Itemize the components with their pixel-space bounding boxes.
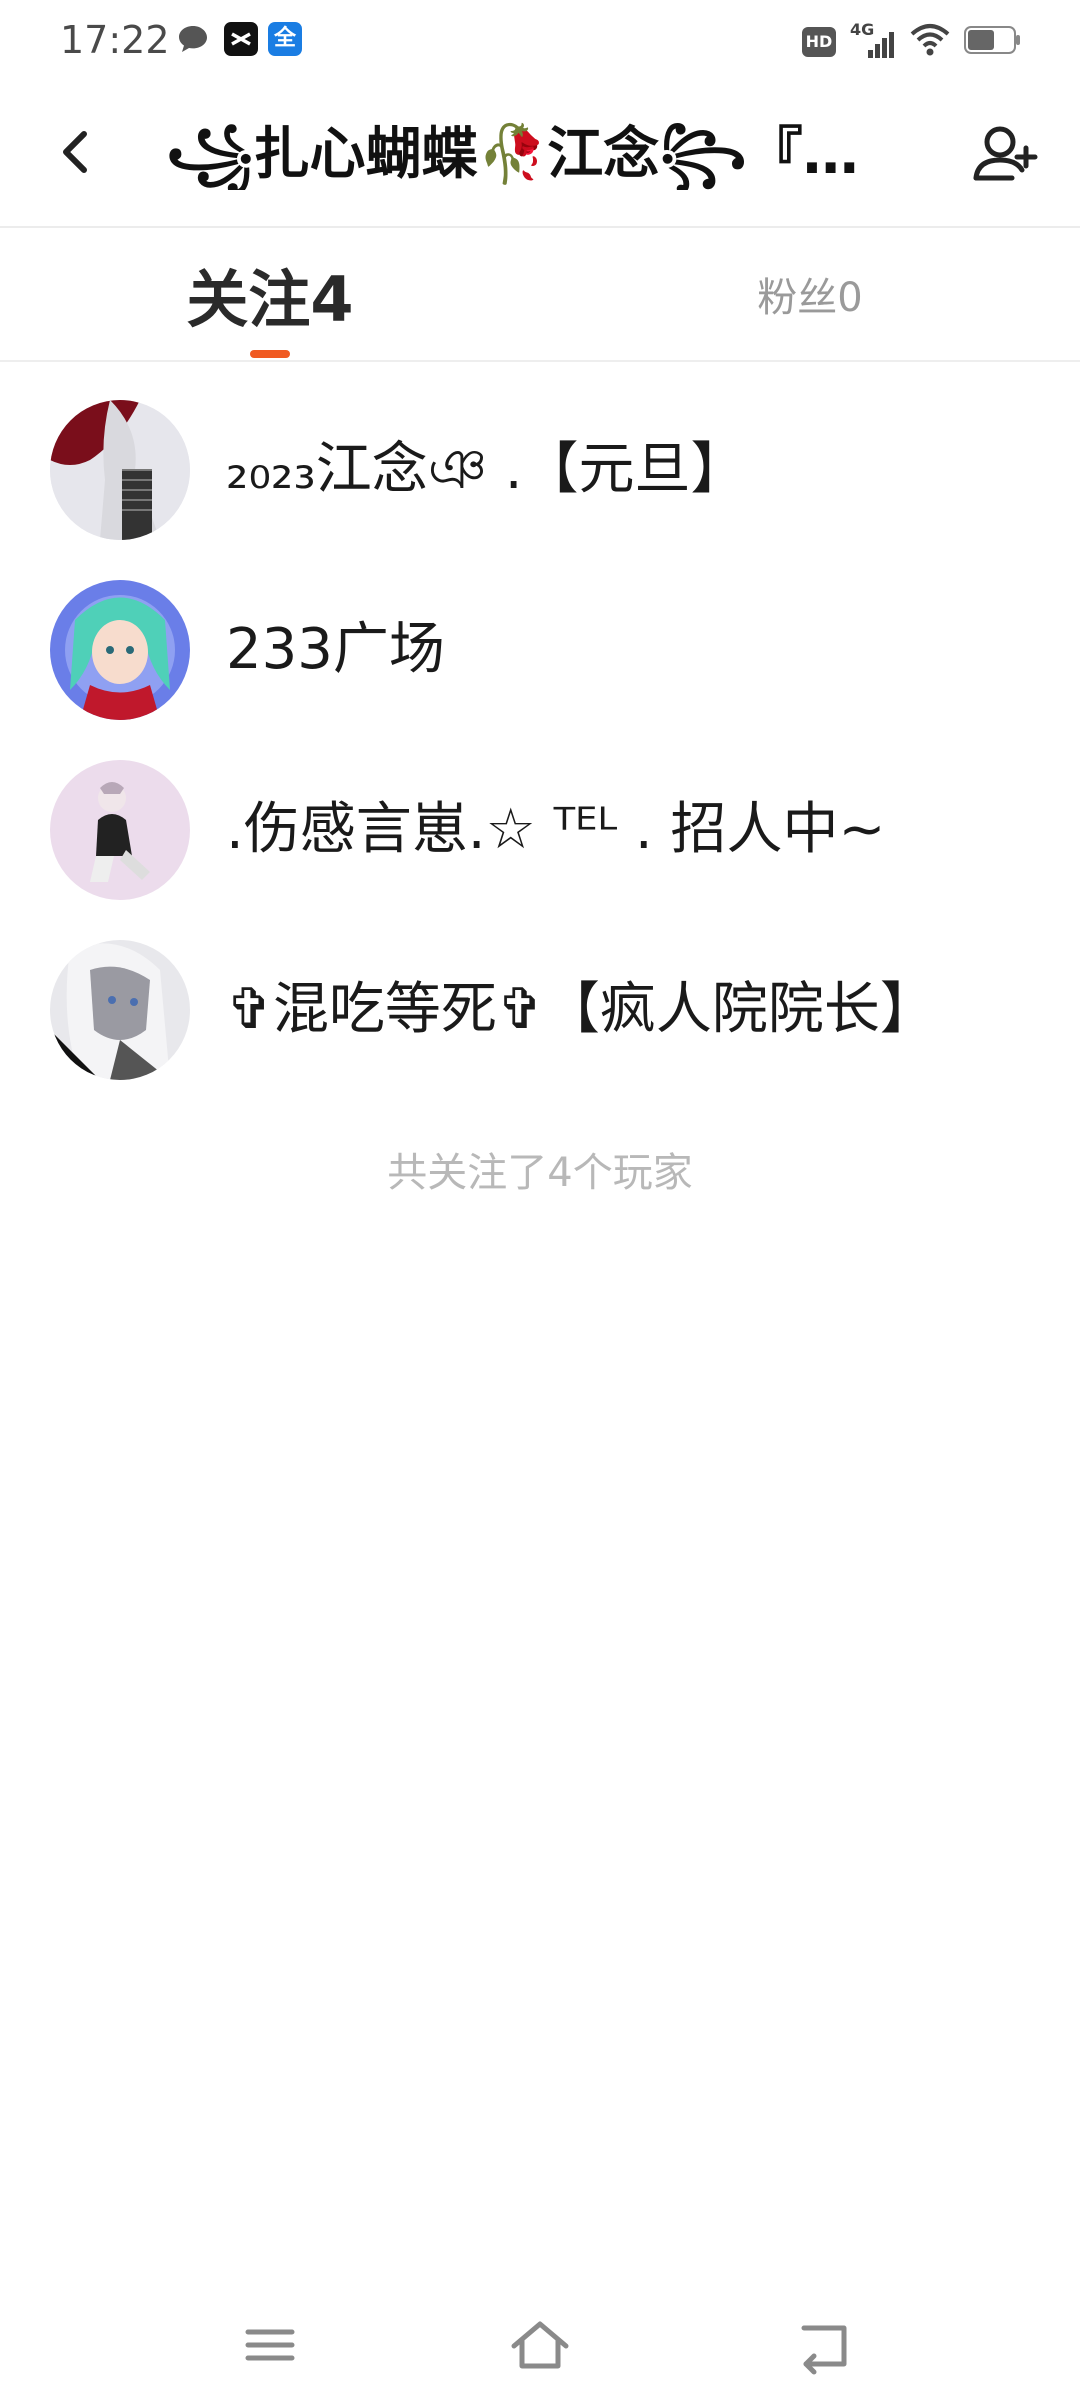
user-name: 233广场	[226, 617, 445, 682]
tab-bar: 关注4 粉丝0	[0, 228, 1080, 362]
home-button[interactable]	[500, 2310, 580, 2380]
capcut-app-icon	[224, 22, 258, 56]
back-button[interactable]	[40, 114, 120, 194]
back-nav-button[interactable]	[784, 2310, 864, 2380]
status-time: 17:22	[60, 18, 170, 62]
follow-count-note: 共关注了4个玩家	[387, 1150, 693, 1196]
chevron-left-icon	[63, 131, 87, 173]
avatar[interactable]	[50, 940, 190, 1080]
signal-4g-icon: 4G	[850, 20, 896, 62]
avatar[interactable]	[50, 580, 190, 720]
follow-list: ₂₀₂₃江念ঞ .【元旦】 233广场 .伤感言崽.☆ ᵀᴱᴸ . 招人中~ ✞…	[0, 380, 1080, 1100]
user-name: ₂₀₂₃江念ঞ .【元旦】	[226, 437, 747, 502]
chat-bubble-icon	[176, 22, 210, 56]
hd-icon: HD	[802, 27, 836, 57]
page-title: ꧁扎心蝴蝶🥀江念꧂『…	[166, 122, 859, 187]
wifi-icon	[910, 22, 950, 62]
avatar[interactable]	[50, 400, 190, 540]
user-name: ✞混吃等死✞【疯人院院长】	[226, 977, 936, 1042]
header: ꧁扎心蝴蝶🥀江念꧂『…	[0, 84, 1080, 228]
menu-icon	[245, 2329, 295, 2361]
full-app-icon: 全	[268, 22, 302, 56]
user-name: .伤感言崽.☆ ᵀᴱᴸ . 招人中~	[226, 797, 886, 862]
active-tab-indicator	[250, 350, 290, 358]
tab-following[interactable]: 关注4	[150, 228, 390, 360]
status-bar: 17:22 全 HD 4G	[0, 0, 1080, 84]
add-friend-button[interactable]	[966, 116, 1046, 196]
tab-fans[interactable]: 粉丝0	[700, 228, 920, 360]
status-right-icons: HD 4G	[802, 20, 1022, 64]
system-nav-bar	[0, 2290, 1080, 2400]
back-nav-icon	[801, 2325, 847, 2375]
menu-button[interactable]	[230, 2310, 310, 2380]
battery-icon	[964, 25, 1022, 59]
list-item[interactable]: ✞混吃等死✞【疯人院院长】	[0, 920, 1080, 1100]
avatar[interactable]	[50, 760, 190, 900]
list-item[interactable]: .伤感言崽.☆ ᵀᴱᴸ . 招人中~	[0, 740, 1080, 920]
home-icon	[511, 2321, 569, 2369]
list-item[interactable]: 233广场	[0, 560, 1080, 740]
list-item[interactable]: ₂₀₂₃江念ঞ .【元旦】	[0, 380, 1080, 560]
add-user-icon	[973, 126, 1038, 181]
